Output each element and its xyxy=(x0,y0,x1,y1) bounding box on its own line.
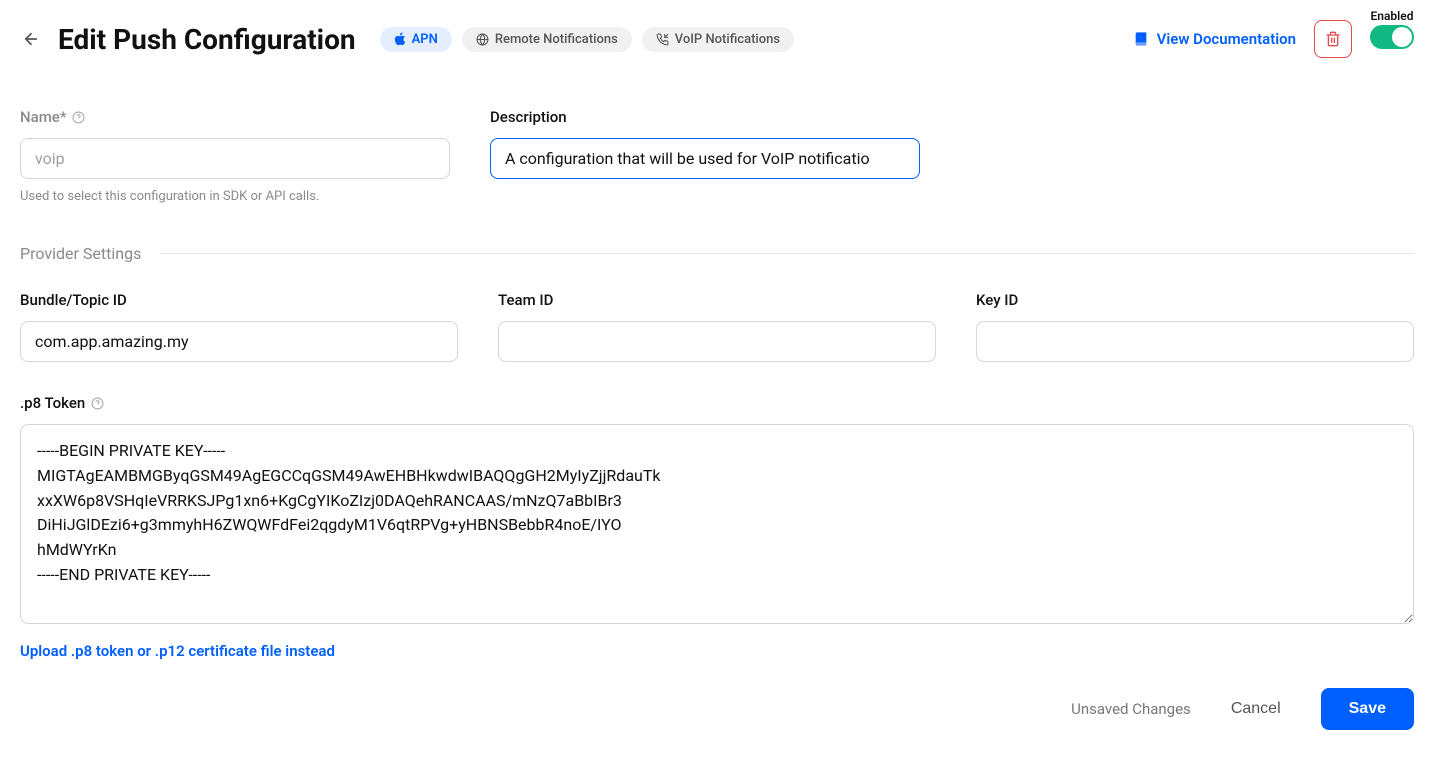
bundle-label: Bundle/Topic ID xyxy=(20,291,458,309)
back-button[interactable] xyxy=(20,28,42,50)
key-label: Key ID xyxy=(976,291,1414,309)
book-icon xyxy=(1133,31,1149,47)
provider-section-title: Provider Settings xyxy=(20,244,141,263)
name-input[interactable] xyxy=(20,138,450,179)
team-input[interactable] xyxy=(498,321,936,362)
badge-voip: VoIP Notifications xyxy=(642,27,794,52)
view-documentation-link[interactable]: View Documentation xyxy=(1133,30,1296,48)
trash-icon xyxy=(1325,31,1341,47)
unsaved-changes-label: Unsaved Changes xyxy=(1071,700,1191,718)
view-docs-label: View Documentation xyxy=(1157,30,1296,48)
p8-token-textarea[interactable] xyxy=(20,424,1414,624)
badge-remote-label: Remote Notifications xyxy=(495,32,618,47)
delete-button[interactable] xyxy=(1314,20,1352,58)
page-title: Edit Push Configuration xyxy=(58,23,356,56)
header-actions: View Documentation Enabled xyxy=(1133,20,1414,58)
key-col: Key ID xyxy=(976,291,1414,362)
apple-icon xyxy=(394,32,406,46)
desc-field-col: Description xyxy=(490,108,920,204)
footer: Unsaved Changes Cancel Save xyxy=(20,688,1414,730)
divider-line xyxy=(161,253,1414,254)
provider-divider: Provider Settings xyxy=(20,244,1414,263)
arrow-left-icon xyxy=(22,30,40,48)
bundle-input[interactable] xyxy=(20,321,458,362)
header: Edit Push Configuration APN Remote Notif… xyxy=(20,20,1414,58)
description-input[interactable] xyxy=(490,138,920,179)
team-col: Team ID xyxy=(498,291,936,362)
name-field-col: Name* Used to select this configuration … xyxy=(20,108,450,204)
toggle-knob xyxy=(1392,27,1412,47)
help-icon xyxy=(72,111,85,124)
desc-label: Description xyxy=(490,108,920,126)
badge-voip-label: VoIP Notifications xyxy=(675,32,780,47)
token-label: .p8 Token xyxy=(20,394,1414,412)
team-label: Team ID xyxy=(498,291,936,309)
provider-row: Bundle/Topic ID Team ID Key ID xyxy=(20,291,1414,362)
cancel-button[interactable]: Cancel xyxy=(1231,700,1281,718)
token-section: .p8 Token Upload .p8 token or .p12 certi… xyxy=(20,394,1414,660)
badge-apn: APN xyxy=(380,27,452,52)
badges: APN Remote Notifications VoIP Notificati… xyxy=(380,27,794,52)
globe-icon xyxy=(476,33,489,46)
enabled-toggle-wrap: Enabled xyxy=(1370,9,1414,49)
name-helper: Used to select this configuration in SDK… xyxy=(20,189,450,204)
upload-file-link[interactable]: Upload .p8 token or .p12 certificate fil… xyxy=(20,642,335,660)
help-icon xyxy=(91,397,104,410)
name-desc-row: Name* Used to select this configuration … xyxy=(20,108,1414,204)
enabled-label: Enabled xyxy=(1371,9,1414,23)
name-label: Name* xyxy=(20,108,450,126)
badge-apn-label: APN xyxy=(412,32,438,47)
badge-remote: Remote Notifications xyxy=(462,27,632,52)
save-button[interactable]: Save xyxy=(1321,688,1414,730)
phone-icon xyxy=(656,33,669,46)
enabled-toggle[interactable] xyxy=(1370,25,1414,49)
key-input[interactable] xyxy=(976,321,1414,362)
bundle-col: Bundle/Topic ID xyxy=(20,291,458,362)
